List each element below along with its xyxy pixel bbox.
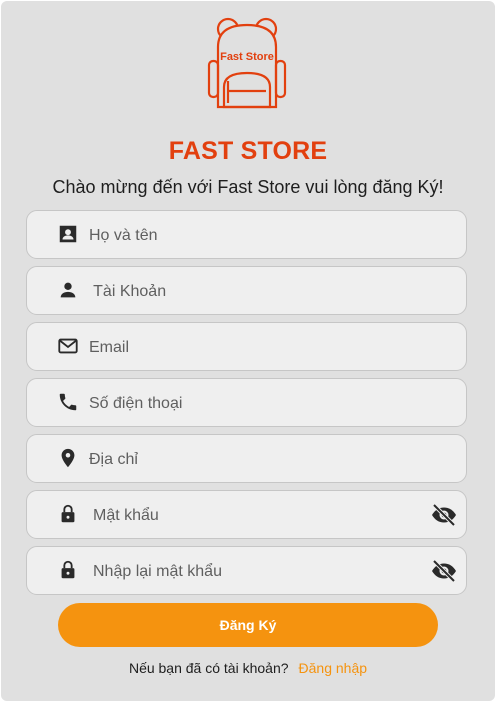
phone-icon — [57, 391, 79, 413]
person-icon — [57, 279, 79, 301]
confirm-password-field[interactable] — [26, 546, 467, 595]
login-link[interactable]: Đăng nhập — [299, 660, 368, 676]
register-button[interactable]: Đăng Ký — [58, 603, 438, 647]
fullname-field[interactable] — [26, 210, 467, 259]
contact-card-icon — [57, 223, 79, 245]
phone-field[interactable] — [26, 378, 467, 427]
backpack-logo-icon: Fast Store — [204, 17, 290, 111]
password-field[interactable] — [26, 490, 467, 539]
mail-icon — [57, 335, 79, 357]
lock-icon — [57, 503, 79, 525]
register-card: Fast Store FAST STORE Chào mừng đến với … — [1, 1, 495, 701]
confirm-password-input[interactable] — [91, 556, 435, 588]
login-prompt: Nếu bạn đã có tài khoản? Đăng nhập — [1, 660, 495, 676]
password-input[interactable] — [91, 500, 435, 532]
eye-off-icon[interactable] — [430, 503, 458, 527]
welcome-text: Chào mừng đến với Fast Store vui lòng đă… — [52, 177, 444, 197]
address-input[interactable] — [87, 444, 431, 476]
brand-title: FAST STORE — [168, 137, 328, 165]
login-question: Nếu bạn đã có tài khoản? — [128, 660, 289, 676]
lock-icon — [57, 559, 79, 581]
email-input[interactable] — [87, 332, 431, 364]
username-field[interactable] — [26, 266, 467, 315]
location-pin-icon — [57, 447, 79, 469]
address-field[interactable] — [26, 434, 467, 483]
svg-text:Fast Store: Fast Store — [220, 51, 274, 63]
eye-off-icon[interactable] — [430, 559, 458, 583]
username-input[interactable] — [87, 276, 431, 308]
fullname-input[interactable] — [87, 220, 431, 252]
email-field[interactable] — [26, 322, 467, 371]
phone-input[interactable] — [87, 388, 431, 420]
